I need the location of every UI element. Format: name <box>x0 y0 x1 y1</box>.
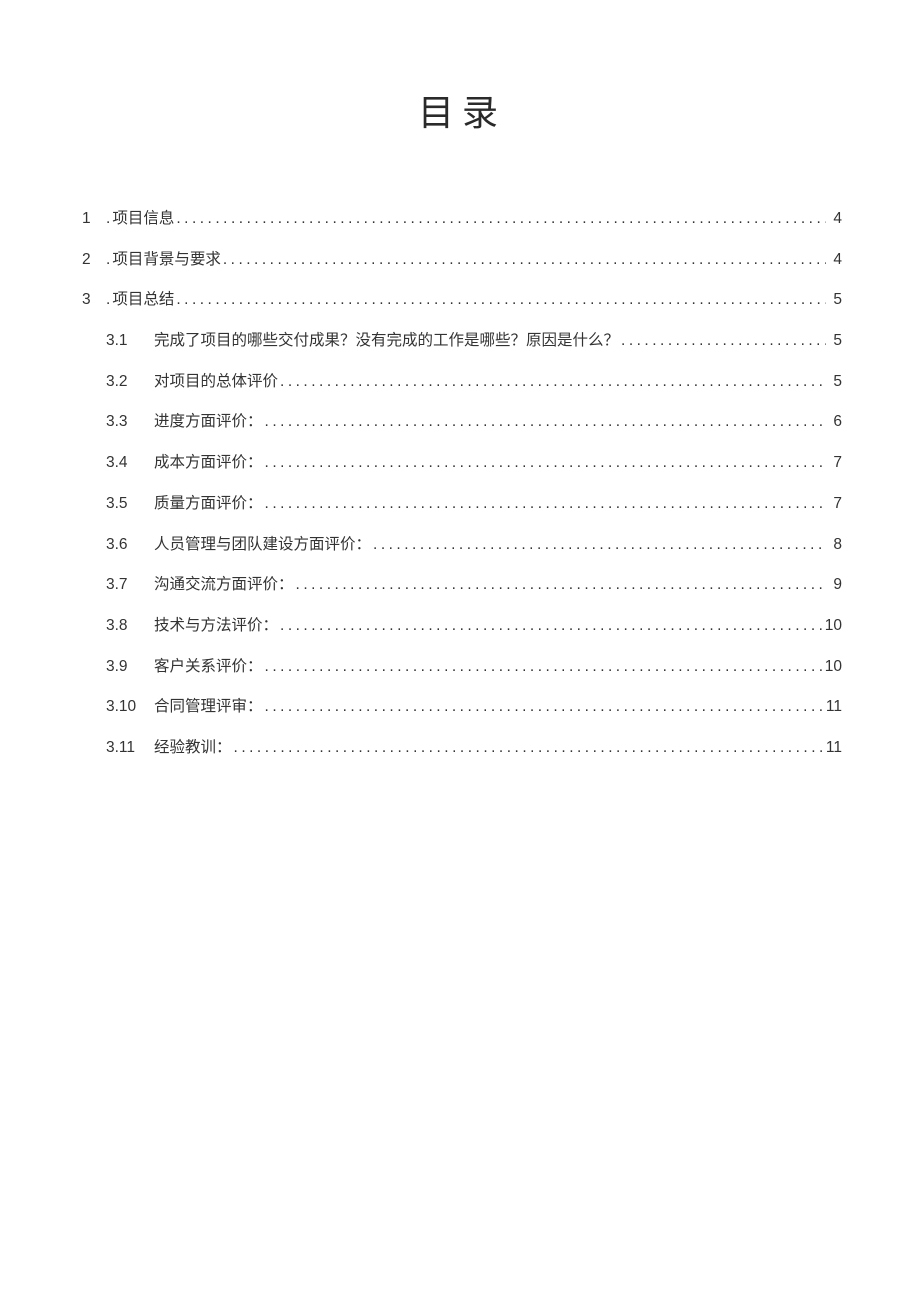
toc-label: 对项目的总体评价 <box>154 371 278 393</box>
toc-page: 5 <box>826 371 842 393</box>
toc-leader <box>263 411 826 433</box>
toc-leader <box>263 452 826 474</box>
toc-label: 成本方面评价： <box>154 452 263 474</box>
toc-label: 项目信息 <box>112 208 174 230</box>
page-title: 目录 <box>82 84 842 136</box>
toc-page: 5 <box>826 289 842 311</box>
toc-number: 3.3 <box>106 411 154 433</box>
toc-number: 3.7 <box>106 574 154 596</box>
toc-leader <box>619 330 826 352</box>
toc-page: 10 <box>825 656 842 678</box>
toc-label: 完成了项目的哪些交付成果？没有完成的工作是哪些？原因是什么？ <box>154 330 619 352</box>
toc-page: 10 <box>825 615 842 637</box>
toc-entry-sub: 3.7 沟通交流方面评价： 9 <box>82 574 842 596</box>
toc-label: 项目总结 <box>112 289 174 311</box>
toc-number: 1 <box>82 208 106 230</box>
toc-label: 沟通交流方面评价： <box>154 574 294 596</box>
toc-label: 质量方面评价： <box>154 493 263 515</box>
toc-number: 3.11 <box>106 737 154 759</box>
toc-leader <box>263 696 826 718</box>
toc-entry-sub: 3.2 对项目的总体评价 5 <box>82 371 842 393</box>
toc-leader <box>263 493 826 515</box>
toc-label: 合同管理评审： <box>154 696 263 718</box>
toc-entry-main: 3 . 项目总结 5 <box>82 289 842 311</box>
toc-number: 3.1 <box>106 330 154 352</box>
toc-leader <box>232 737 826 759</box>
toc-entry-sub: 3.3 进度方面评价： 6 <box>82 411 842 433</box>
toc-label: 人员管理与团队建设方面评价： <box>154 534 371 556</box>
toc-entry-sub: 3.6 人员管理与团队建设方面评价： 8 <box>82 534 842 556</box>
toc-page: 8 <box>826 534 842 556</box>
toc-entry-sub: 3.1 完成了项目的哪些交付成果？没有完成的工作是哪些？原因是什么？ 5 <box>82 330 842 352</box>
toc-leader <box>371 534 826 556</box>
toc-label: 进度方面评价： <box>154 411 263 433</box>
toc-label: 经验教训： <box>154 737 232 759</box>
toc-entry-sub: 3.4 成本方面评价： 7 <box>82 452 842 474</box>
toc-entry-sub: 3.10 合同管理评审： 11 <box>82 696 842 718</box>
toc-entry-main: 2 . 项目背景与要求 4 <box>82 249 842 271</box>
toc-leader <box>174 289 826 311</box>
toc-number: 3.10 <box>106 696 154 718</box>
toc-page: 4 <box>826 208 842 230</box>
toc-label: 技术与方法评价： <box>154 615 278 637</box>
toc-leader <box>263 656 825 678</box>
toc-page: 4 <box>826 249 842 271</box>
table-of-contents: 1 . 项目信息 4 2 . 项目背景与要求 4 3 . 项目总结 5 3.1 … <box>82 208 842 759</box>
toc-number: 3.8 <box>106 615 154 637</box>
toc-leader <box>278 371 826 393</box>
toc-page: 7 <box>826 452 842 474</box>
toc-leader <box>278 615 825 637</box>
toc-number: 3.5 <box>106 493 154 515</box>
toc-number: 3 <box>82 289 106 311</box>
toc-entry-sub: 3.11 经验教训： 11 <box>82 737 842 759</box>
toc-page: 5 <box>826 330 842 352</box>
toc-page: 11 <box>826 696 842 718</box>
document-page: 目录 1 . 项目信息 4 2 . 项目背景与要求 4 3 . 项目总结 5 <box>0 0 920 759</box>
toc-leader <box>221 249 826 271</box>
toc-entry-main: 1 . 项目信息 4 <box>82 208 842 230</box>
toc-number: 2 <box>82 249 106 271</box>
toc-page: 9 <box>826 574 842 596</box>
toc-leader <box>174 208 826 230</box>
toc-page: 7 <box>826 493 842 515</box>
toc-leader <box>294 574 826 596</box>
toc-number: 3.6 <box>106 534 154 556</box>
toc-number: 3.9 <box>106 656 154 678</box>
toc-number: 3.2 <box>106 371 154 393</box>
toc-entry-sub: 3.8 技术与方法评价： 10 <box>82 615 842 637</box>
toc-number: 3.4 <box>106 452 154 474</box>
toc-label: 客户关系评价： <box>154 656 263 678</box>
toc-page: 11 <box>826 737 842 759</box>
toc-entry-sub: 3.5 质量方面评价： 7 <box>82 493 842 515</box>
toc-label: 项目背景与要求 <box>112 249 221 271</box>
toc-entry-sub: 3.9 客户关系评价： 10 <box>82 656 842 678</box>
toc-page: 6 <box>826 411 842 433</box>
